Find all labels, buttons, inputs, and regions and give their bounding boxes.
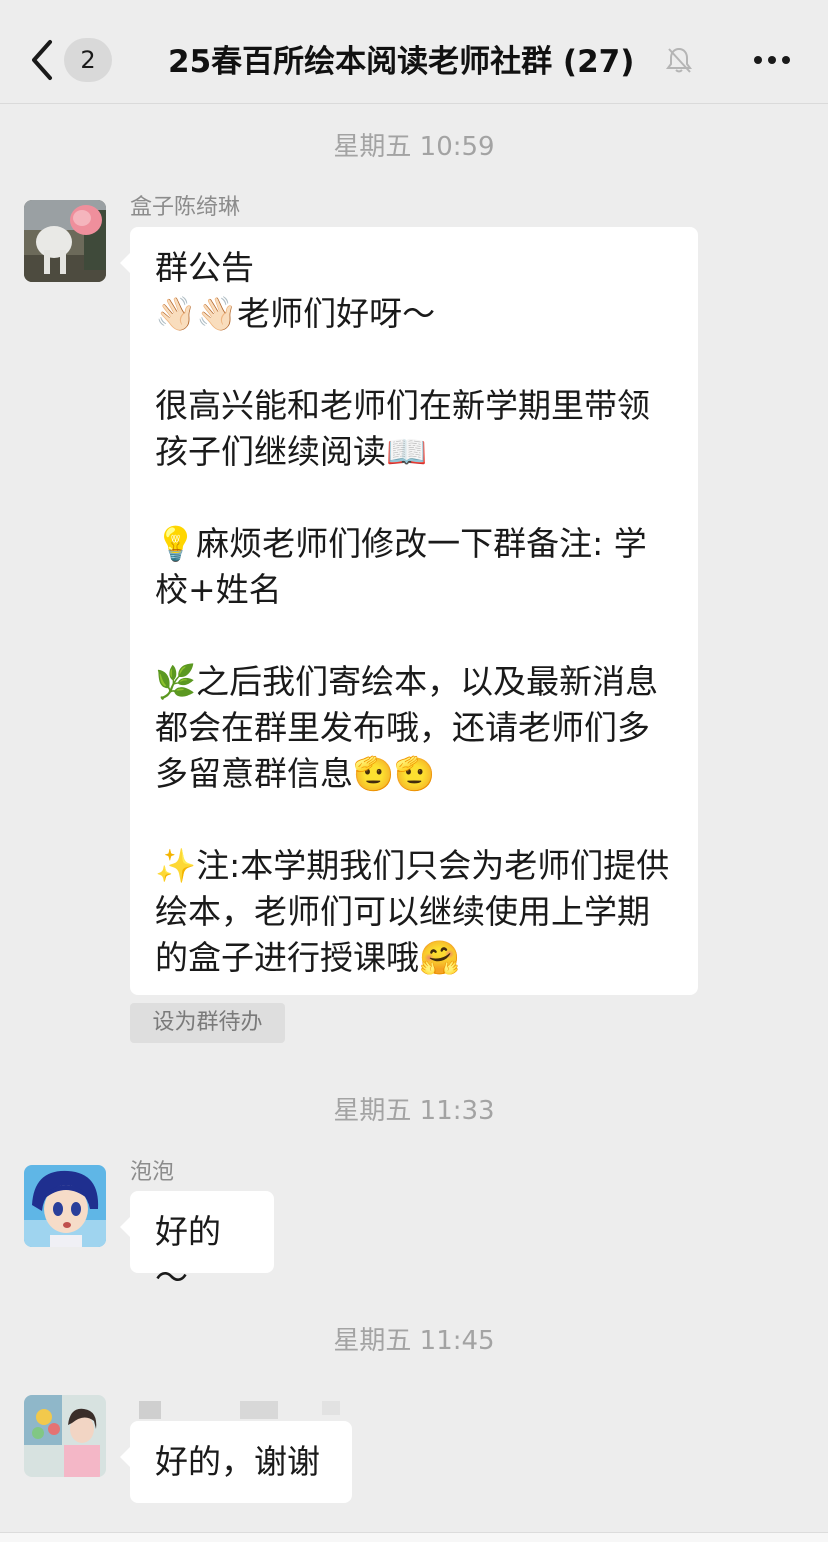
chat-header: 2 25春百所绘本阅读老师社群 (27) <box>0 0 828 104</box>
set-group-todo-button[interactable]: 设为群待办 <box>130 1003 285 1043</box>
unread-badge[interactable]: 2 <box>64 38 112 82</box>
sender-name: 盒子陈绮琳 <box>130 195 241 220</box>
timestamp: 星期五 10:59 <box>333 132 495 162</box>
redacted-name-block <box>139 1401 161 1419</box>
timestamp: 星期五 11:33 <box>333 1096 495 1126</box>
chat-title: 25春百所绘本阅读老师社群 (27) <box>168 44 635 80</box>
more-dots-icon[interactable] <box>750 42 794 78</box>
message-bubble[interactable]: 群公告 👋🏻👋🏻老师们好呀～ 很高兴能和老师们在新学期里带领孩子们继续阅读📖 💡… <box>120 227 698 995</box>
message-bubble[interactable]: 好的～ <box>120 1191 274 1297</box>
message-text: 好的，谢谢 <box>155 1442 320 1481</box>
message-text: 群公告 👋🏻👋🏻老师们好呀～ 很高兴能和老师们在新学期里带领孩子们继续阅读📖 💡… <box>155 248 670 977</box>
input-bar-edge <box>0 1532 828 1542</box>
avatar[interactable] <box>24 200 106 282</box>
chevron-left-icon[interactable] <box>28 38 58 82</box>
redacted-name-block <box>322 1401 340 1415</box>
avatar[interactable] <box>24 1395 106 1477</box>
avatar[interactable] <box>24 1165 106 1247</box>
message-text: 好的～ <box>155 1212 221 1297</box>
sender-name: 泡泡 <box>130 1160 175 1185</box>
timestamp: 星期五 11:45 <box>333 1326 495 1356</box>
bell-off-icon <box>666 47 692 73</box>
redacted-name-block <box>240 1401 278 1419</box>
message-bubble[interactable]: 好的，谢谢 <box>120 1421 352 1503</box>
